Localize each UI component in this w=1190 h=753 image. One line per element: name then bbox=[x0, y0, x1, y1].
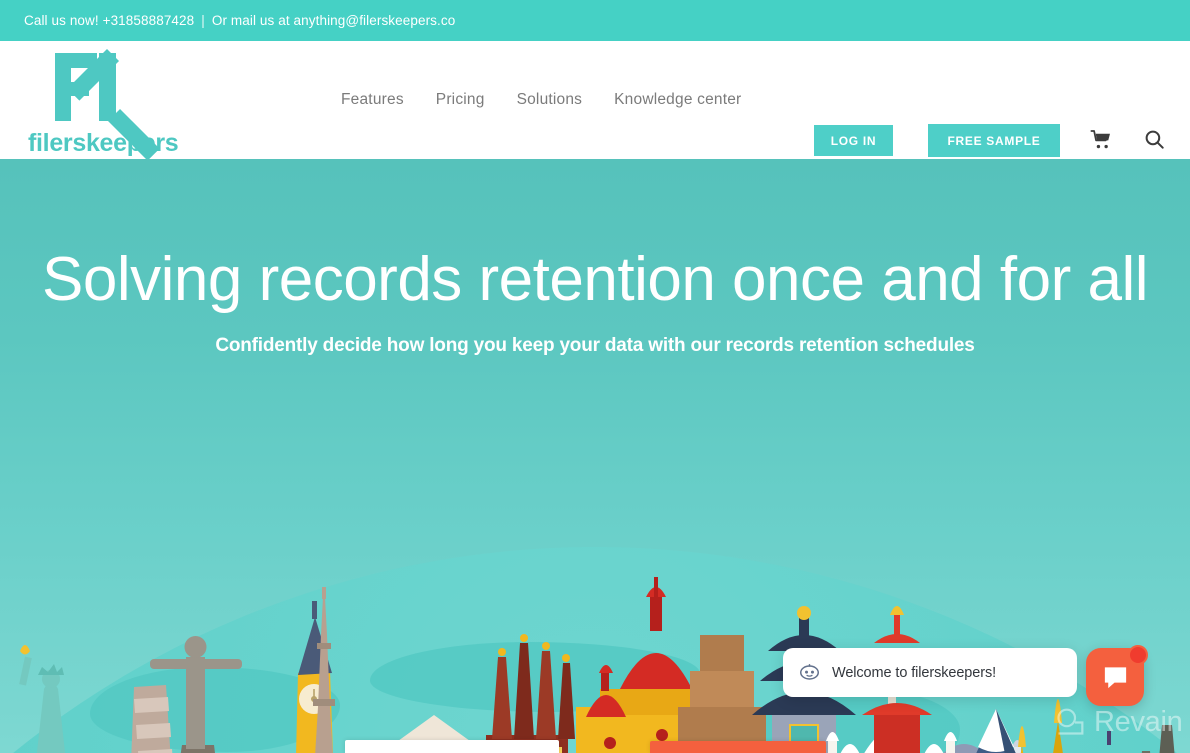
nav-item-features[interactable]: Features bbox=[325, 91, 420, 109]
email-field[interactable] bbox=[345, 740, 559, 753]
main-navigation: Features Pricing Solutions Knowledge cen… bbox=[325, 82, 757, 118]
logo-wordmark: filerskeepers bbox=[28, 129, 179, 157]
hero-heading: Solving records retention once and for a… bbox=[42, 245, 1149, 314]
topbar-separator: | bbox=[201, 13, 205, 28]
login-button[interactable]: LOG IN bbox=[814, 125, 893, 156]
chat-greeting-bubble[interactable]: Welcome to filerskeepers! bbox=[783, 648, 1077, 697]
chat-greeting-text: Welcome to filerskeepers! bbox=[832, 664, 997, 681]
hero-subheading: Confidently decide how long you keep you… bbox=[215, 335, 975, 356]
site-header: filerskeepers Features Pricing Solutions… bbox=[0, 41, 1190, 161]
topbar-contact-text: Call us now! +31858887428 | Or mail us at … bbox=[24, 13, 455, 28]
nav-item-pricing[interactable]: Pricing bbox=[420, 91, 501, 109]
nav-item-knowledge-center[interactable]: Knowledge center bbox=[598, 91, 757, 109]
top-utility-bar: Call us now! +31858887428 | Or mail us at … bbox=[0, 0, 1190, 41]
nav-item-solutions[interactable]: Solutions bbox=[501, 91, 599, 109]
form-submit-button[interactable] bbox=[650, 741, 826, 753]
chat-message-icon bbox=[1104, 666, 1126, 688]
chat-bot-icon bbox=[799, 662, 820, 683]
page-root: Call us now! +31858887428 | Or mail us at … bbox=[0, 0, 1190, 753]
topbar-email-text[interactable]: Or mail us at anything@filerskeepers.co bbox=[212, 13, 455, 28]
logo[interactable]: filerskeepers bbox=[28, 49, 193, 161]
chat-notification-badge bbox=[1128, 645, 1148, 665]
fk-logo-icon bbox=[55, 49, 187, 161]
shopping-cart-icon[interactable] bbox=[1090, 129, 1112, 151]
topbar-phone-text[interactable]: Call us now! +31858887428 bbox=[24, 13, 194, 28]
search-icon[interactable] bbox=[1144, 129, 1165, 150]
free-sample-button[interactable]: FREE SAMPLE bbox=[928, 124, 1060, 157]
